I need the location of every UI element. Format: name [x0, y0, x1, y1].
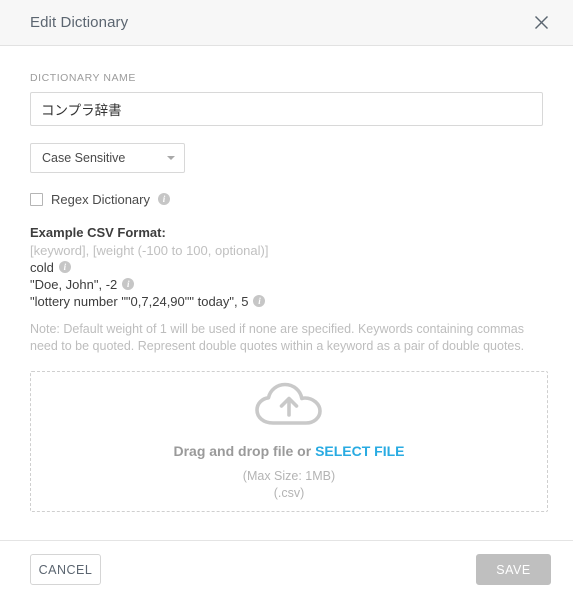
dropzone-constraints: (Max Size: 1MB) (.csv) — [243, 468, 335, 502]
info-icon[interactable]: i — [158, 192, 170, 205]
csv-format-note: Note: Default weight of 1 will be used i… — [30, 322, 525, 353]
csv-example-row: cold i — [30, 260, 543, 275]
dropzone-prompt: Drag and drop file or SELECT FILE — [173, 443, 404, 459]
csv-example-text: "lottery number ""0,7,24,90"" today", 5 — [30, 294, 249, 309]
csv-format-title: Example CSV Format: — [30, 225, 166, 240]
cancel-button[interactable]: CANCEL — [30, 554, 101, 585]
csv-format-pattern: [keyword], [weight (-100 to 100, optiona… — [30, 243, 269, 258]
file-dropzone[interactable]: Drag and drop file or SELECT FILE (Max S… — [30, 371, 548, 512]
info-icon[interactable]: i — [122, 277, 135, 290]
info-icon[interactable]: i — [253, 294, 266, 307]
info-icon[interactable]: i — [58, 260, 71, 273]
dialog-body: DICTIONARY NAME Case Sensitive Regex Dic… — [0, 46, 573, 540]
cloud-upload-icon — [253, 381, 325, 429]
close-icon[interactable] — [527, 9, 555, 37]
case-sensitivity-select[interactable]: Case Sensitive — [30, 143, 185, 173]
save-button[interactable]: SAVE — [476, 554, 551, 585]
select-file-link[interactable]: SELECT FILE — [315, 443, 404, 459]
csv-example-text: cold — [30, 260, 54, 275]
dialog-header: Edit Dictionary — [0, 0, 573, 46]
edit-dictionary-dialog: Edit Dictionary DICTIONARY NAME Case Sen… — [0, 0, 573, 598]
case-sensitivity-value: Case Sensitive — [42, 151, 126, 165]
dropzone-prompt-text: Drag and drop file or — [173, 443, 312, 459]
dictionary-name-input[interactable] — [30, 92, 543, 126]
regex-dictionary-checkbox[interactable] — [30, 193, 43, 206]
csv-example-row: "lottery number ""0,7,24,90"" today", 5 … — [30, 294, 543, 309]
csv-example-row: "Doe, John", -2 i — [30, 277, 543, 292]
chevron-down-icon — [167, 156, 175, 160]
regex-dictionary-label: Regex Dictionary — [51, 192, 150, 207]
csv-format-section: Example CSV Format: [keyword], [weight (… — [30, 225, 543, 355]
dropzone-max-size: (Max Size: 1MB) — [242, 469, 336, 483]
csv-example-text: "Doe, John", -2 — [30, 277, 118, 292]
dropzone-file-type: (.csv) — [273, 486, 305, 500]
dialog-footer: CANCEL SAVE — [0, 540, 573, 598]
dictionary-name-label: DICTIONARY NAME — [30, 72, 136, 84]
dialog-title: Edit Dictionary — [30, 14, 129, 31]
regex-dictionary-row: Regex Dictionary i — [30, 192, 543, 207]
